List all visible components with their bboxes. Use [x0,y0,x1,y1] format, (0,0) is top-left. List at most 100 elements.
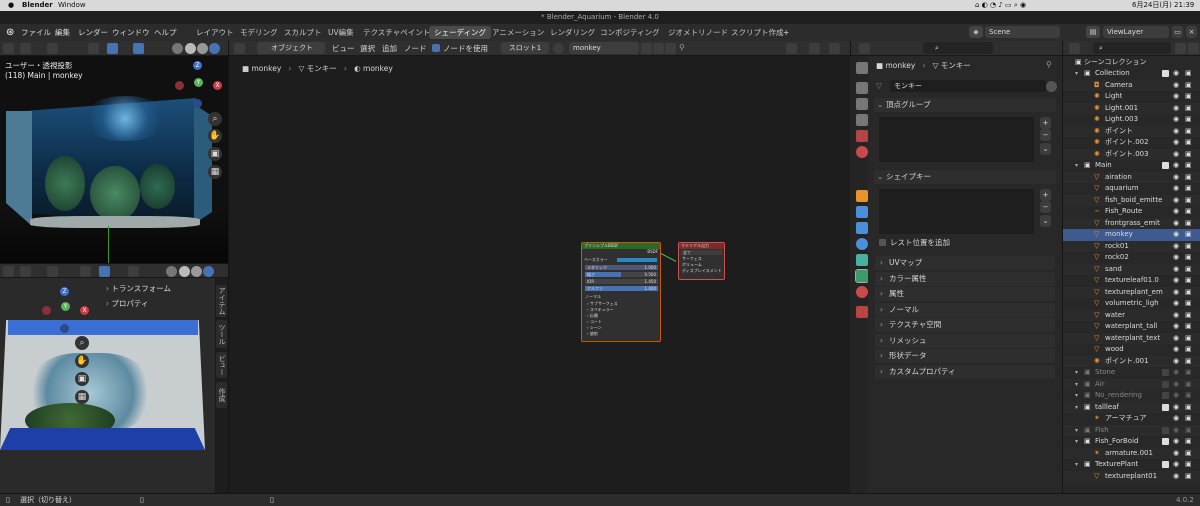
render-camera-icon[interactable]: ▣ [1185,161,1194,170]
app-menu[interactable]: Blender [22,0,53,11]
properties-panel-header[interactable]: カラー属性 [875,271,1055,286]
outliner-row[interactable]: ▽ waterplant_text ◉ ▣ [1063,332,1200,344]
outliner-row[interactable]: ✺ ポイント ◉ ▣ [1063,125,1200,137]
visibility-eye-icon[interactable]: ◉ [1173,150,1182,159]
view-layer-icon[interactable]: ▤ [1086,26,1100,38]
apple-icon[interactable]: ● [8,0,14,11]
visibility-eye-icon[interactable]: ◉ [1173,322,1182,331]
properties-panel-header[interactable]: ノーマル [875,302,1055,317]
outliner-row[interactable]: ▾ ▣ Air ◉ ▣ [1063,378,1200,390]
shading-wireframe-icon[interactable] [166,266,177,277]
pivot-icon[interactable] [99,266,110,277]
render-camera-icon[interactable]: ▣ [1185,242,1194,251]
shading-material-icon[interactable] [197,43,208,54]
modifier-tab-icon[interactable] [856,206,868,218]
visibility-eye-icon[interactable]: ◉ [1173,380,1182,389]
gizmo-y-icon[interactable]: Y [194,78,203,87]
visibility-eye-icon[interactable]: ◉ [1173,345,1182,354]
expand-toggle-icon[interactable]: ▾ [1075,160,1078,171]
render-camera-icon[interactable]: ▣ [1185,219,1194,228]
render-camera-icon[interactable]: ▣ [1185,207,1194,216]
view-layer-new-icon[interactable]: ▭ [1172,26,1183,38]
shading-solid-icon[interactable] [179,266,190,277]
snap-icon[interactable] [133,43,144,54]
render-camera-icon[interactable]: ▣ [1185,380,1194,389]
output-tab-icon[interactable] [856,98,868,110]
outliner-row[interactable]: ▾ ▣ TexturePlant ◉ ▣ [1063,459,1200,471]
render-camera-icon[interactable]: ▣ [1185,138,1194,147]
outliner-row[interactable]: ▽ frontgrass_emit ◉ ▣ [1063,217,1200,229]
expand-toggle-icon[interactable]: ▾ [1075,436,1078,447]
outliner-row[interactable]: ✺ ポイント.002 ◉ ▣ [1063,137,1200,149]
menu-view[interactable]: ビュー [332,43,355,54]
render-camera-icon[interactable]: ▣ [1185,311,1194,320]
workspace-tab[interactable]: スカルプト [279,26,327,39]
outliner-row[interactable]: ▾ ▣ Main ◉ ▣ [1063,160,1200,172]
properties-panel-header[interactable]: カスタムプロパティ [875,364,1055,379]
gizmo-neg-z-icon[interactable] [60,324,69,333]
exclude-checkbox[interactable] [1162,162,1169,169]
editor-type-icon[interactable] [3,266,14,277]
visibility-eye-icon[interactable]: ◉ [1173,357,1182,366]
tab-item[interactable]: アイテム [216,285,227,317]
add-shape-key-button[interactable]: + [1040,189,1051,201]
unlink-material-icon[interactable] [665,43,676,54]
scene-selector[interactable]: Scene [985,26,1060,38]
slot-dropdown[interactable]: スロット1 [501,42,549,54]
object-mode-dropdown[interactable]: オブジェクト [257,42,325,54]
select-mode-icon[interactable] [47,43,58,54]
visibility-eye-icon[interactable]: ◉ [1173,230,1182,239]
zoom-icon[interactable]: ⌕ [208,112,222,126]
render-camera-icon[interactable]: ▣ [1185,288,1194,297]
visibility-eye-icon[interactable]: ◉ [1173,311,1182,320]
visibility-eye-icon[interactable]: ◉ [1173,184,1182,193]
render-camera-icon[interactable]: ▣ [1185,230,1194,239]
visibility-eye-icon[interactable]: ◉ [1173,299,1182,308]
object-tab-icon[interactable] [856,190,868,202]
transform-orientation-icon[interactable] [88,43,99,54]
workspace-tab[interactable]: レンダリング [545,26,600,39]
visibility-eye-icon[interactable]: ◉ [1173,253,1182,262]
visibility-eye-icon[interactable]: ◉ [1173,207,1182,216]
vertex-group-specials-button[interactable]: ⌄ [1040,143,1051,155]
shading-solid-icon[interactable] [185,43,196,54]
view-layer-remove-icon[interactable]: × [1186,26,1197,38]
material-tab-icon[interactable] [856,286,868,298]
select-mode-icon[interactable] [47,266,58,277]
render-camera-icon[interactable]: ▣ [1185,92,1194,101]
scene-collection-label[interactable]: ▣ シーンコレクション [1075,57,1147,67]
expand-toggle-icon[interactable]: ▾ [1075,68,1078,79]
shading-wireframe-icon[interactable] [172,43,183,54]
workspace-tab[interactable]: コンポジティング [595,26,665,39]
visibility-eye-icon[interactable]: ◉ [1173,334,1182,343]
visibility-eye-icon[interactable]: ◉ [1173,242,1182,251]
exclude-checkbox[interactable] [1162,392,1169,399]
menu-select[interactable]: 選択 [360,43,375,54]
constraints-tab-icon[interactable] [856,254,868,266]
render-camera-icon[interactable]: ▣ [1185,276,1194,285]
zoom-icon[interactable]: ⌕ [75,336,89,350]
menu-file[interactable]: ファイル [21,24,51,41]
exclude-checkbox[interactable] [1162,426,1169,434]
render-camera-icon[interactable]: ▣ [1185,69,1194,78]
render-camera-icon[interactable]: ▣ [1185,437,1194,446]
visibility-eye-icon[interactable]: ◉ [1173,472,1182,481]
render-camera-icon[interactable]: ▣ [1185,391,1194,400]
menu-edit[interactable]: 編集 [55,24,70,41]
alpha-slider[interactable]: アルファ 1.000 [585,286,658,291]
outliner-row[interactable]: ▽ textureplant01 ◉ ▣ [1063,470,1200,482]
visibility-eye-icon[interactable]: ◉ [1173,391,1182,400]
gizmo-neg-z-icon[interactable] [193,99,202,108]
viewport-bottom[interactable]: › トランスフォーム › プロパティ Z X Y ⌕ ✋ ▣ ▦ [0,278,215,493]
expand-toggle-icon[interactable]: ▾ [1075,379,1078,390]
outliner-row[interactable]: ▾ ▣ Stone ◉ ▣ [1063,367,1200,379]
exclude-checkbox[interactable] [1162,369,1169,376]
workspace-tab[interactable]: シェーディング [429,26,491,39]
panel-properties[interactable]: › プロパティ [106,298,148,309]
principled-bsdf-node[interactable]: プリンシプルBSDF BSDF ベースカラー メタリック 1.000 粗さ 0.50… [581,242,661,342]
menu-render[interactable]: レンダー [78,24,108,41]
relative-checkbox[interactable] [879,239,886,246]
render-camera-icon[interactable]: ▣ [1185,472,1194,481]
view-layer-selector[interactable]: ViewLayer [1103,26,1169,38]
render-camera-icon[interactable]: ▣ [1185,449,1194,458]
